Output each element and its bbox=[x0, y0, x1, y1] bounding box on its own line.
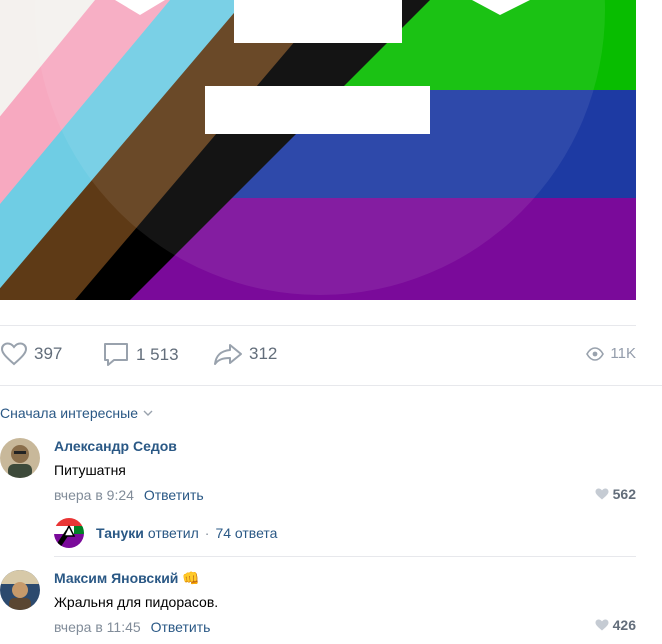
fist-badge-icon: 👊 bbox=[182, 570, 200, 586]
comment-like-button[interactable]: 426 bbox=[595, 617, 636, 633]
divider-actions bbox=[0, 385, 662, 386]
likes-count: 397 bbox=[34, 344, 63, 363]
avatar[interactable] bbox=[0, 438, 40, 478]
comment-likes-count: 562 bbox=[612, 486, 636, 502]
heart-icon bbox=[0, 342, 28, 366]
replies-count: 74 ответа bbox=[215, 525, 278, 541]
heart-icon bbox=[595, 619, 609, 631]
white-block-middle bbox=[205, 86, 430, 134]
heart-icon bbox=[595, 488, 609, 500]
reply-verb: ответил bbox=[147, 525, 199, 541]
comments-sort-dropdown[interactable]: Сначала интересные bbox=[0, 405, 153, 421]
comment-meta: вчера в 9:24 Ответить bbox=[54, 487, 204, 503]
divider-top bbox=[0, 325, 636, 326]
comment-like-button[interactable]: 562 bbox=[595, 486, 636, 502]
tanuki-avatar-image bbox=[54, 518, 84, 548]
reply-button[interactable]: Ответить bbox=[151, 619, 211, 635]
avatar-image bbox=[0, 570, 40, 610]
sort-label: Сначала интересные bbox=[0, 405, 138, 421]
views-count: 11K bbox=[610, 345, 636, 362]
comment-time[interactable]: вчера в 11:45 bbox=[54, 619, 141, 635]
post-actions: 397 1 513 312 11K bbox=[0, 330, 636, 380]
comments-count: 1 513 bbox=[136, 345, 179, 364]
comment-author[interactable]: Александр Седов bbox=[54, 438, 177, 454]
comment-likes-count: 426 bbox=[612, 617, 636, 633]
shares-count: 312 bbox=[249, 344, 278, 363]
comment-author[interactable]: Максим Яновский 👊 bbox=[54, 570, 200, 587]
author-name: Максим Яновский bbox=[54, 570, 179, 586]
chevron-down-icon bbox=[143, 410, 153, 416]
share-button[interactable]: 312 bbox=[213, 342, 277, 366]
share-icon bbox=[214, 344, 242, 365]
comment-item: Максим Яновский 👊 Жральня для пидорасов.… bbox=[0, 568, 636, 644]
comment-button[interactable]: 1 513 bbox=[102, 342, 179, 368]
avatar[interactable] bbox=[0, 570, 40, 610]
replies-thread-link[interactable]: Тануки ответил · 74 ответа bbox=[54, 518, 277, 548]
white-block-top bbox=[234, 0, 402, 43]
avatar-image bbox=[0, 438, 40, 478]
progress-pride-flag-image bbox=[0, 0, 636, 300]
like-button[interactable]: 397 bbox=[0, 342, 62, 366]
comment-text: Жральня для пидорасов. bbox=[54, 594, 219, 610]
separator-dot: · bbox=[204, 525, 210, 541]
comment-meta: вчера в 11:45 Ответить bbox=[54, 619, 210, 635]
reply-button[interactable]: Ответить bbox=[144, 487, 204, 503]
post-image[interactable] bbox=[0, 0, 636, 300]
views-counter: 11K bbox=[586, 345, 636, 362]
eye-icon bbox=[586, 346, 605, 361]
comment-time[interactable]: вчера в 9:24 bbox=[54, 487, 134, 503]
comment-text: Питушатня bbox=[54, 462, 126, 478]
divider-comment bbox=[54, 556, 636, 557]
comment-icon bbox=[104, 343, 128, 366]
reply-author: Тануки bbox=[96, 525, 144, 541]
reply-avatar bbox=[54, 518, 84, 548]
